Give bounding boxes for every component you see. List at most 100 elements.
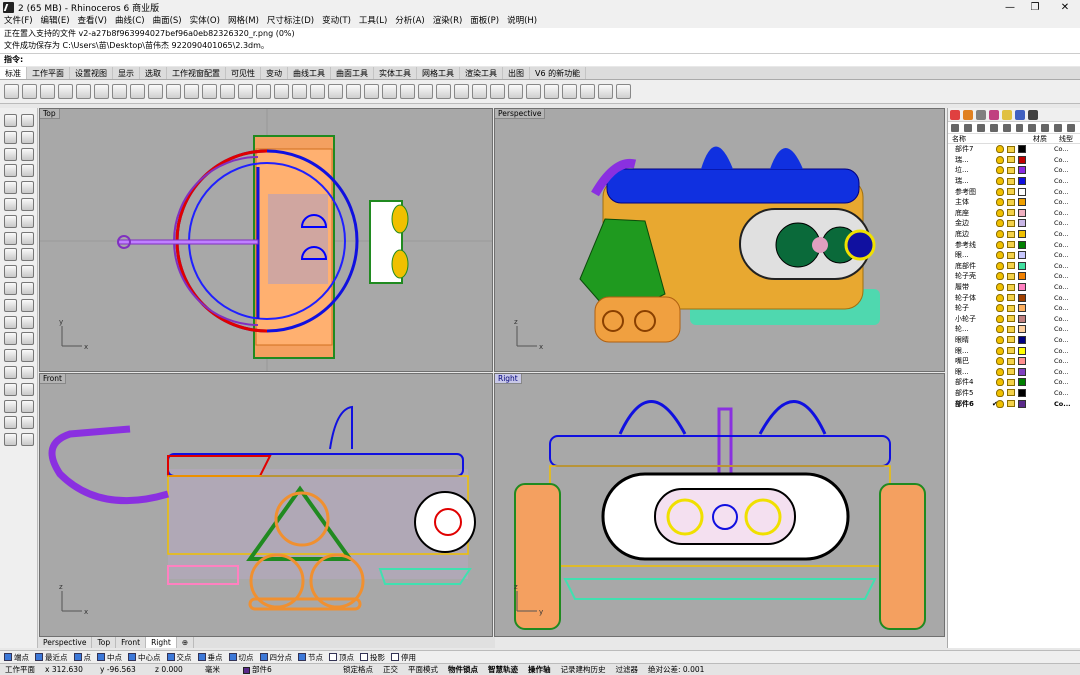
- lock-icon[interactable]: [1007, 315, 1015, 323]
- layer-row[interactable]: 底座 Co...: [948, 208, 1080, 219]
- lock-icon[interactable]: [1007, 400, 1015, 408]
- viewport-top[interactable]: Top x y: [39, 108, 493, 372]
- layer-color-swatch[interactable]: [1018, 208, 1026, 217]
- color-wheel-icon[interactable]: [472, 84, 487, 99]
- layer-row[interactable]: 金边 Co...: [948, 218, 1080, 229]
- layer-linetype[interactable]: Co...: [1054, 347, 1072, 355]
- viewport-title-front[interactable]: Front: [40, 374, 66, 384]
- layer-row[interactable]: 瑞... Co...: [948, 176, 1080, 187]
- menu-analyze[interactable]: 分析(A): [391, 15, 428, 28]
- light-icon[interactable]: [544, 84, 559, 99]
- menu-render[interactable]: 渲染(R): [429, 15, 467, 28]
- split-icon[interactable]: [4, 315, 17, 329]
- lock-icon[interactable]: [1007, 241, 1015, 249]
- layer-row[interactable]: 眼... Co...: [948, 250, 1080, 261]
- osnap-option[interactable]: 中点: [97, 652, 122, 663]
- status-current-layer[interactable]: 部件6: [238, 664, 338, 675]
- visibility-bulb-icon[interactable]: [996, 388, 1004, 397]
- visibility-bulb-icon[interactable]: [996, 240, 1004, 249]
- lock-icon[interactable]: [1007, 209, 1015, 217]
- visibility-bulb-icon[interactable]: [996, 314, 1004, 323]
- layer-linetype[interactable]: Co...: [1054, 241, 1072, 249]
- light-bulb-icon[interactable]: [400, 84, 415, 99]
- layers-panel-icon[interactable]: [963, 109, 973, 120]
- visibility-bulb-icon[interactable]: [996, 378, 1004, 387]
- delete-layer-icon[interactable]: [976, 123, 985, 132]
- lock-icon[interactable]: [1007, 230, 1015, 238]
- sweep-icon[interactable]: [21, 231, 34, 245]
- layer-color-swatch[interactable]: [1018, 219, 1026, 228]
- layer-row[interactable]: 底部件 Co...: [948, 261, 1080, 272]
- layer-icon[interactable]: [436, 84, 451, 99]
- vptab-right[interactable]: Right: [146, 637, 177, 648]
- lock-icon[interactable]: [1007, 304, 1015, 312]
- layer-color-swatch[interactable]: [1018, 293, 1026, 302]
- layer-linetype[interactable]: Co...: [1054, 368, 1072, 376]
- zoom-extents-icon[interactable]: [238, 84, 253, 99]
- mesh-icon[interactable]: [4, 298, 17, 312]
- rotate-view-icon[interactable]: [184, 84, 199, 99]
- menu-file[interactable]: 文件(F): [0, 15, 37, 28]
- tab-select[interactable]: 选取: [140, 67, 167, 79]
- show-icon[interactable]: [382, 84, 397, 99]
- visibility-bulb-icon[interactable]: [996, 293, 1004, 302]
- layer-linetype[interactable]: Co...: [1054, 378, 1072, 386]
- layer-row[interactable]: 轮... Co...: [948, 324, 1080, 335]
- options-icon[interactable]: [562, 84, 577, 99]
- open-folder-icon[interactable]: [22, 84, 37, 99]
- vptab-perspective[interactable]: Perspective: [38, 637, 93, 648]
- tab-display[interactable]: 显示: [113, 67, 140, 79]
- environment-icon[interactable]: [598, 84, 613, 99]
- filter-icon[interactable]: [1028, 123, 1037, 132]
- layer-linetype[interactable]: Co...: [1054, 272, 1072, 280]
- arc-icon[interactable]: [21, 147, 34, 161]
- visibility-bulb-icon[interactable]: [996, 357, 1004, 366]
- visibility-bulb-icon[interactable]: [996, 230, 1004, 239]
- layer-color-swatch[interactable]: [1018, 177, 1026, 186]
- osnap-option[interactable]: 四分点: [259, 652, 292, 663]
- layer-linetype[interactable]: Co...: [1054, 283, 1072, 291]
- layer-color-swatch[interactable]: [1018, 166, 1026, 175]
- visibility-bulb-icon[interactable]: [996, 283, 1004, 292]
- lock-icon[interactable]: [1007, 294, 1015, 302]
- osnap-checkbox[interactable]: [259, 653, 268, 661]
- viewport-title-top[interactable]: Top: [40, 109, 60, 119]
- array-icon[interactable]: [4, 399, 17, 413]
- lock-icon[interactable]: [1007, 156, 1015, 164]
- tab-set-view[interactable]: 设置视图: [70, 67, 113, 79]
- visibility-bulb-icon[interactable]: [996, 367, 1004, 376]
- layer-color-swatch[interactable]: [1018, 367, 1026, 376]
- move-up-icon[interactable]: [989, 123, 998, 132]
- rendered-icon[interactable]: [526, 84, 541, 99]
- dimension-icon[interactable]: [4, 349, 17, 363]
- osnap-option[interactable]: 点: [73, 652, 91, 663]
- layer-color-swatch[interactable]: [1018, 325, 1026, 334]
- render-sphere-icon[interactable]: [508, 84, 523, 99]
- ellipse-icon[interactable]: [4, 164, 17, 178]
- paste-icon[interactable]: [130, 84, 145, 99]
- lock-icon[interactable]: [1007, 145, 1015, 153]
- layer-color-swatch[interactable]: [1018, 399, 1026, 408]
- tab-curve-tools[interactable]: 曲线工具: [288, 67, 331, 79]
- layer-linetype[interactable]: Co...: [1054, 325, 1072, 333]
- visibility-bulb-icon[interactable]: [996, 145, 1004, 154]
- lock-icon[interactable]: [1007, 357, 1015, 365]
- status-gumball[interactable]: 操作轴: [523, 664, 556, 675]
- hide-icon[interactable]: [364, 84, 379, 99]
- layer-color-swatch[interactable]: [1018, 240, 1026, 249]
- visibility-bulb-icon[interactable]: [996, 399, 1004, 408]
- osnap-option[interactable]: 中心点: [128, 652, 161, 663]
- layer-linetype[interactable]: Co...: [1054, 294, 1072, 302]
- layer-row[interactable]: 眼睛 Co...: [948, 335, 1080, 346]
- properties-panel-icon[interactable]: [950, 109, 960, 120]
- help-icon[interactable]: [1067, 123, 1076, 132]
- lock-icon[interactable]: [1007, 368, 1015, 376]
- osnap-option[interactable]: 最近点: [35, 652, 68, 663]
- layer-row[interactable]: 轮子体 Co...: [948, 292, 1080, 303]
- lock-icon[interactable]: [21, 433, 34, 447]
- visibility-bulb-icon[interactable]: [996, 261, 1004, 270]
- layer-color-swatch[interactable]: [1018, 335, 1026, 344]
- tab-drafting[interactable]: 出图: [503, 67, 530, 79]
- save-icon[interactable]: [40, 84, 55, 99]
- lock-icon[interactable]: [1007, 251, 1015, 259]
